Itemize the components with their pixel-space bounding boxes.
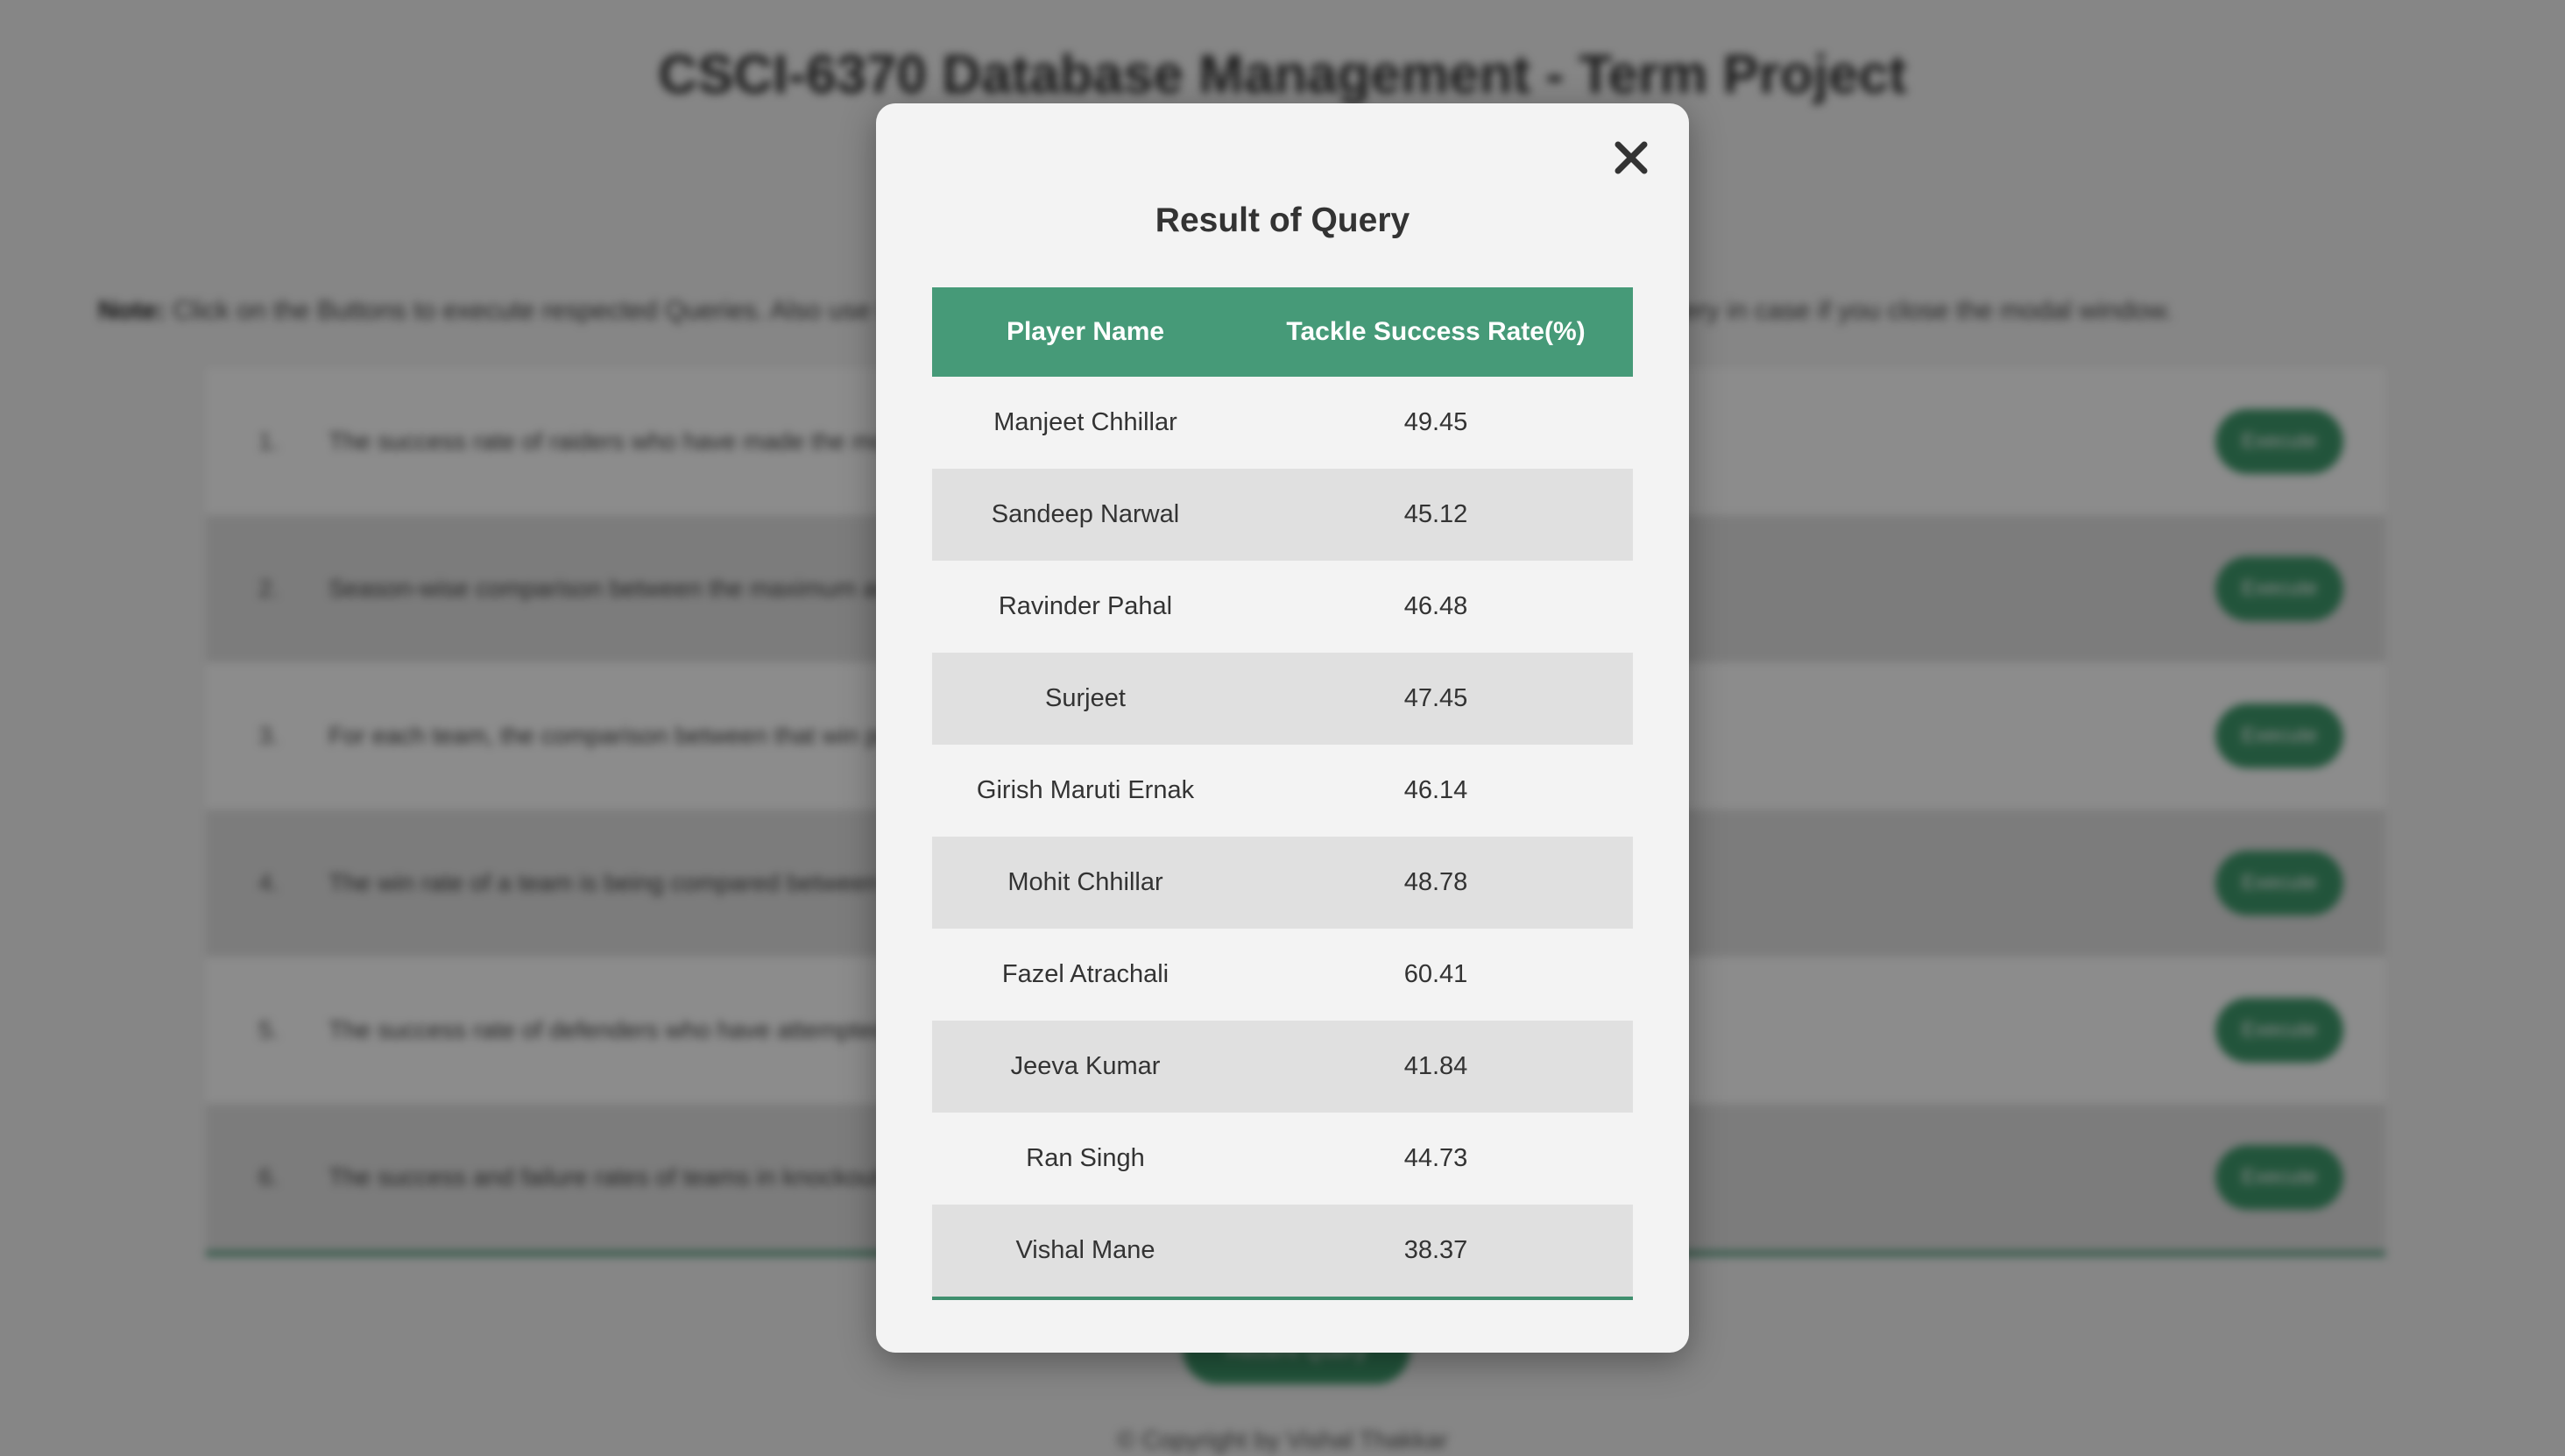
table-row: Jeeva Kumar 41.84 [932,1021,1633,1113]
tackle-rate-cell: 60.41 [1239,929,1633,1021]
result-modal: Result of Query Player Name Tackle Succe… [876,103,1689,1353]
player-name-cell: Jeeva Kumar [932,1021,1239,1113]
player-name-cell: Girish Maruti Ernak [932,745,1239,837]
tackle-rate-cell: 46.48 [1239,561,1633,653]
tackle-rate-cell: 47.45 [1239,653,1633,745]
result-table: Player Name Tackle Success Rate(%) Manje… [932,287,1633,1300]
table-row: Manjeet Chhillar 49.45 [932,377,1633,469]
tackle-rate-cell: 46.14 [1239,745,1633,837]
table-header-row: Player Name Tackle Success Rate(%) [932,287,1633,377]
table-row: Girish Maruti Ernak 46.14 [932,745,1633,837]
tackle-rate-cell: 48.78 [1239,837,1633,929]
table-row: Ran Singh 44.73 [932,1113,1633,1205]
table-row: Ravinder Pahal 46.48 [932,561,1633,653]
tackle-rate-cell: 41.84 [1239,1021,1633,1113]
player-name-cell: Ravinder Pahal [932,561,1239,653]
table-row: Fazel Atrachali 60.41 [932,929,1633,1021]
tackle-rate-cell: 38.37 [1239,1205,1633,1298]
table-row: Vishal Mane 38.37 [932,1205,1633,1298]
player-name-cell: Vishal Mane [932,1205,1239,1298]
column-header-tackle-success-rate: Tackle Success Rate(%) [1239,287,1633,377]
table-row: Mohit Chhillar 48.78 [932,837,1633,929]
column-header-player-name: Player Name [932,287,1239,377]
close-button[interactable] [1607,133,1656,182]
modal-title: Result of Query [1155,201,1410,239]
player-name-cell: Manjeet Chhillar [932,377,1239,469]
tackle-rate-cell: 45.12 [1239,469,1633,561]
player-name-cell: Mohit Chhillar [932,837,1239,929]
player-name-cell: Surjeet [932,653,1239,745]
player-name-cell: Ran Singh [932,1113,1239,1205]
close-icon [1615,141,1648,174]
tackle-rate-cell: 49.45 [1239,377,1633,469]
table-row: Sandeep Narwal 45.12 [932,469,1633,561]
player-name-cell: Fazel Atrachali [932,929,1239,1021]
tackle-rate-cell: 44.73 [1239,1113,1633,1205]
player-name-cell: Sandeep Narwal [932,469,1239,561]
table-row: Surjeet 47.45 [932,653,1633,745]
